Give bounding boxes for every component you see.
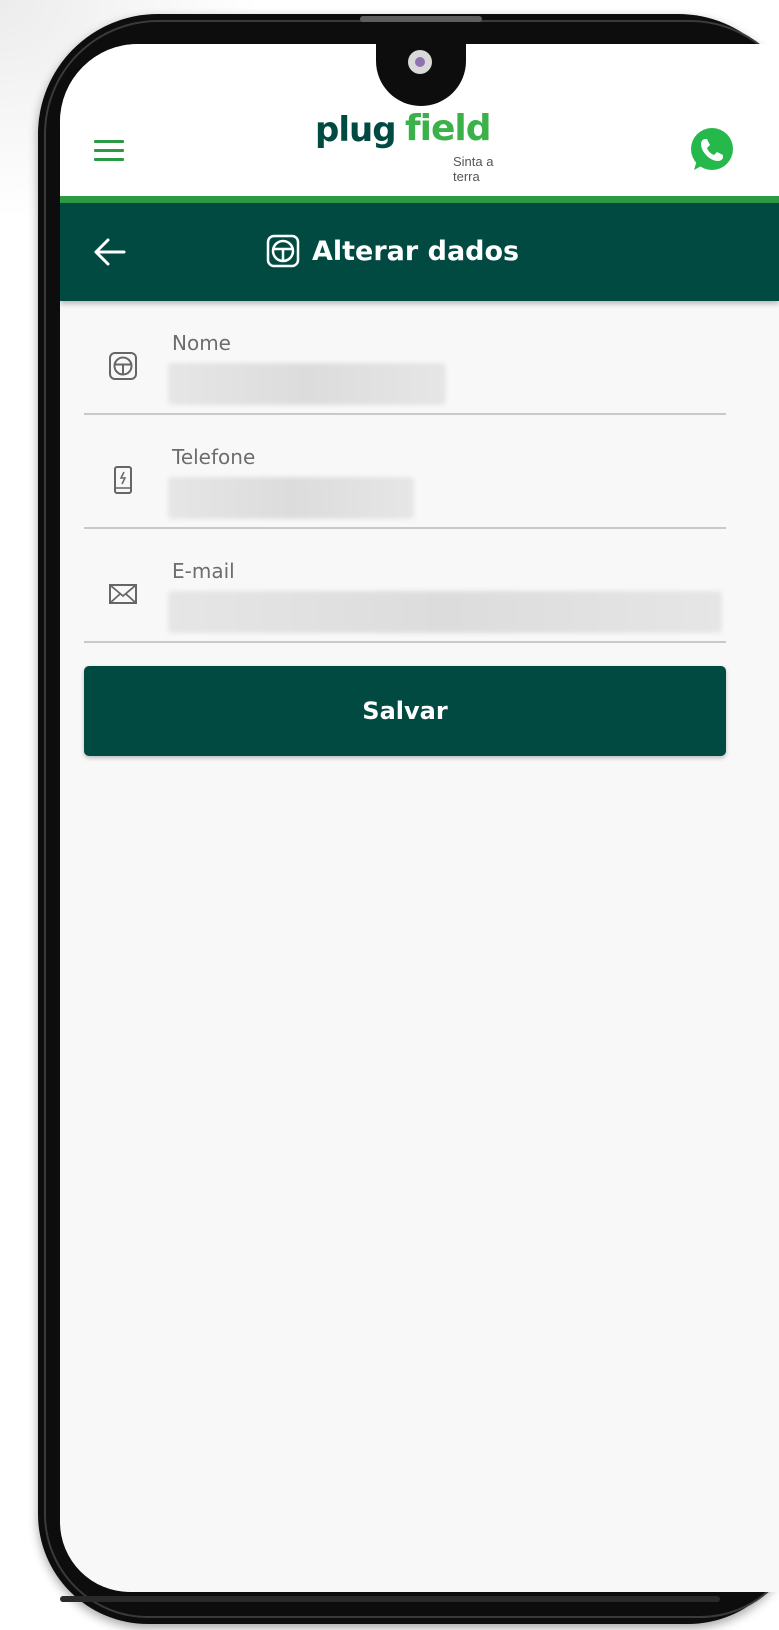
- app-logo: plug field Sinta a terra: [315, 108, 515, 184]
- phone-label: Telefone: [172, 445, 256, 469]
- page-title: Alterar dados: [266, 229, 519, 273]
- page-title-text: Alterar dados: [312, 235, 520, 267]
- save-button[interactable]: Salvar: [84, 666, 726, 756]
- logo-tagline: Sinta a terra: [453, 154, 494, 184]
- phone-field[interactable]: Telefone: [84, 415, 726, 529]
- email-value[interactable]: [168, 591, 722, 633]
- page-toolbar: Alterar dados: [60, 203, 779, 301]
- back-arrow-icon[interactable]: [92, 235, 128, 269]
- driver-icon: [266, 234, 300, 268]
- menu-icon[interactable]: [94, 140, 124, 162]
- header-divider: [60, 196, 779, 203]
- speaker-slit: [360, 16, 482, 22]
- phone-bottom-bezel: [60, 1596, 720, 1602]
- name-value[interactable]: [168, 363, 446, 405]
- name-field[interactable]: Nome: [84, 301, 726, 415]
- logo-secondary-text: field: [405, 108, 492, 149]
- driver-icon: [109, 352, 137, 380]
- name-label: Nome: [172, 331, 231, 355]
- phone-icon: [114, 466, 132, 494]
- email-label: E-mail: [172, 559, 235, 583]
- envelope-icon: [109, 584, 137, 604]
- email-field[interactable]: E-mail: [84, 529, 726, 643]
- whatsapp-icon[interactable]: [688, 126, 736, 174]
- phone-value[interactable]: [168, 477, 414, 519]
- app-screen: plug field Sinta a terra Alterar dados N…: [60, 44, 779, 1592]
- camera-lens: [415, 57, 425, 67]
- logo-primary-text: plug: [315, 110, 397, 150]
